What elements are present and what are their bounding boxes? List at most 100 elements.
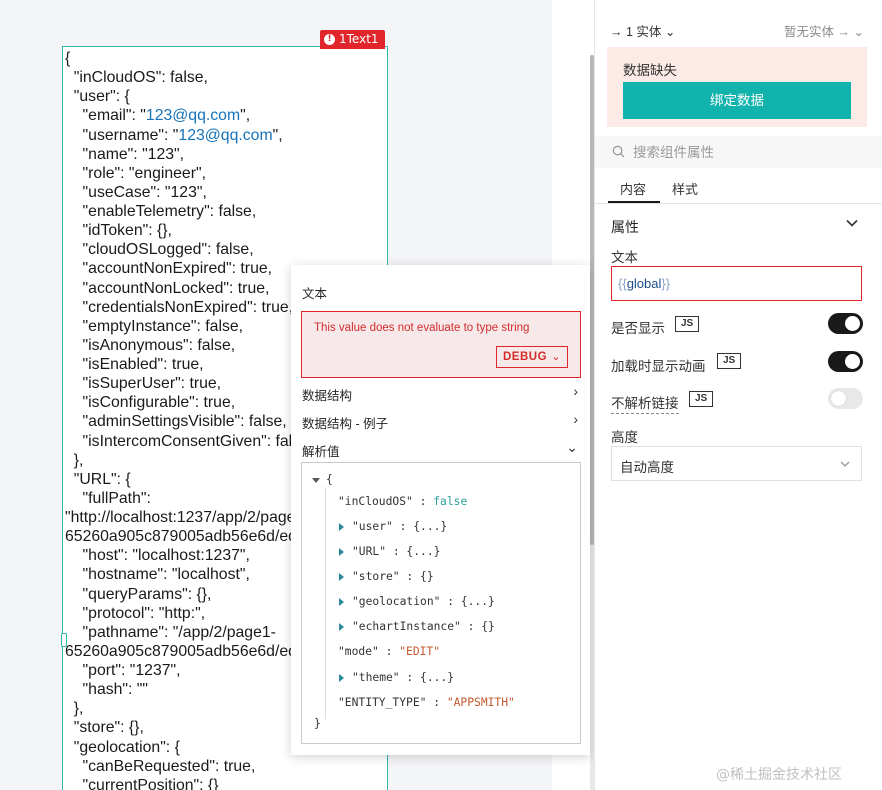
widget-text-line: "accountNonLocked": true, — [65, 279, 315, 298]
widget-text-span: "http://localhost:1237/app/2/page1- — [65, 509, 310, 526]
tree-row[interactable]: "theme" : {...} — [339, 669, 454, 687]
widget-text-span: "credentialsNonExpired": true, — [65, 298, 294, 316]
widget-text-line: "pathname": "/app/2/page1- — [65, 623, 315, 642]
section-title: 属性 — [611, 219, 639, 235]
widget-text-span: "emptyInstance": false, — [65, 317, 244, 335]
tree-row[interactable]: "store" : {} — [339, 568, 434, 586]
search-input[interactable] — [633, 142, 863, 162]
tree-row[interactable]: "URL" : {...} — [339, 543, 440, 561]
tree-row[interactable]: "user" : {...} — [339, 518, 447, 536]
expand-triangle-icon[interactable] — [339, 573, 344, 581]
expand-triangle-icon[interactable] — [339, 623, 344, 631]
height-select[interactable]: 自动高度 — [611, 446, 862, 481]
evaluated-value-popup: 文本 This value does not evaluate to type … — [291, 265, 590, 755]
chevron-down-icon: ⌄ — [551, 351, 561, 363]
widget-text-span: 65260a905c879005adb56e6d/edit", — [65, 528, 315, 546]
widget-text-span: "cloudOSLogged": false, — [65, 241, 254, 259]
tab-style[interactable]: 样式 — [672, 179, 698, 198]
debug-button[interactable]: DEBUG ⌄ — [496, 346, 568, 368]
widget-text-line: "accountNonExpired": true, — [65, 259, 315, 278]
widget-text-line: "isConfigurable": true, — [65, 393, 315, 412]
property-search — [595, 136, 882, 168]
tree-separator: : — [399, 671, 421, 684]
js-toggle-button[interactable]: JS — [717, 353, 742, 369]
error-box: This value does not evaluate to type str… — [301, 311, 581, 378]
tree-key: "inCloudOS" — [338, 495, 413, 508]
bind-data-button[interactable]: 绑定数据 — [623, 82, 851, 119]
widget-text-span: "name": "123", — [65, 145, 185, 163]
widget-text-line: "port": "1237", — [65, 661, 315, 680]
email-link[interactable]: 123@qq.com — [178, 127, 272, 144]
widget-text-line: "isAnonymous": false, — [65, 336, 315, 355]
tree-value: "APPSMITH" — [446, 696, 515, 709]
tree-root-close: } — [314, 717, 321, 730]
widget-text-span: "isAnonymous": false, — [65, 336, 236, 354]
widget-text-line: "user": { — [65, 87, 315, 106]
expand-triangle-icon[interactable] — [339, 548, 344, 556]
widget-text-line: "store": {}, — [65, 718, 315, 737]
widget-text-line: "isIntercomConsentGiven": false — [65, 432, 315, 451]
widget-text-span: "queryParams": {}, — [65, 585, 212, 603]
height-select-value: 自动高度 — [620, 460, 674, 475]
section-evaluated-value[interactable]: 解析值 ⌄ — [291, 438, 590, 460]
binding-open: {{ — [618, 276, 627, 291]
disable-link-toggle[interactable] — [828, 388, 863, 409]
tab-content[interactable]: 内容 — [620, 179, 646, 198]
tree-row[interactable]: "geolocation" : {...} — [339, 593, 495, 611]
widget-text-line: "URL": { — [65, 470, 315, 489]
section-label: 数据结构 - 例子 — [302, 417, 389, 431]
section-data-structure-example[interactable]: 数据结构 - 例子 › — [291, 410, 590, 432]
visible-prop-label: 是否显示 — [611, 321, 665, 336]
expand-triangle-icon[interactable] — [339, 523, 344, 531]
data-missing-box: 数据缺失 绑定数据 — [607, 47, 867, 127]
widget-text-span: "fullPath": — [65, 489, 151, 507]
tree-value: {} — [481, 620, 495, 633]
tree-key: "theme" — [352, 671, 400, 684]
warning-icon: ! — [324, 34, 335, 45]
widget-text-line: "emptyInstance": false, — [65, 317, 315, 336]
widget-text-line: "hostname": "localhost", — [65, 565, 315, 584]
tree-row: "inCloudOS" : false — [338, 493, 467, 511]
js-toggle-button[interactable]: JS — [689, 391, 714, 407]
expand-triangle-icon[interactable] — [339, 598, 344, 606]
widget-text-line: "adminSettingsVisible": false, — [65, 412, 315, 431]
visible-toggle[interactable] — [828, 313, 863, 334]
section-data-structure[interactable]: 数据结构 › — [291, 382, 590, 404]
email-link[interactable]: 123@qq.com — [146, 107, 240, 124]
tree-key: "ENTITY_TYPE" — [338, 696, 427, 709]
tree-value: {...} — [420, 671, 455, 684]
active-tab-indicator — [608, 201, 660, 203]
tree-value: {...} — [406, 545, 441, 558]
widget-text-span: 65260a905c879005adb56e6d/edit", — [65, 642, 315, 660]
text-value-input[interactable]: {{global}} — [611, 266, 862, 301]
entity-count-dropdown[interactable]: → 1 实体 ⌄ — [610, 21, 675, 40]
resize-handle[interactable] — [61, 633, 67, 647]
widget-text-line: "isSuperUser": true, — [65, 374, 315, 393]
tree-value: {...} — [413, 520, 448, 533]
widget-text-span: "currentPosition": {} — [65, 776, 219, 790]
widget-text-span: "useCase": "123", — [65, 183, 207, 201]
widget-text-span: "isIntercomConsentGiven": false — [65, 432, 309, 450]
text-prop-label: 文本 — [611, 250, 638, 265]
animate-loading-toggle[interactable] — [828, 351, 863, 372]
widget-text-span: "pathname": "/app/2/page1- — [65, 623, 276, 641]
widget-text-line: "isEnabled": true, — [65, 355, 315, 374]
widget-name-badge[interactable]: ! 1Text1 — [320, 30, 385, 49]
toggle-knob — [831, 391, 846, 406]
widget-text-span: ", — [240, 107, 251, 125]
widget-text-span: "accountNonExpired": true, — [65, 260, 273, 278]
tree-separator: : — [386, 545, 407, 558]
widget-text-span: { — [65, 50, 71, 67]
no-entity-dropdown[interactable]: 暂无实体 → ⌄ — [784, 21, 864, 40]
expand-triangle-icon[interactable] — [339, 674, 344, 682]
widget-text-line: "email": "123@qq.com", — [65, 106, 315, 125]
data-missing-text: 数据缺失 — [623, 63, 677, 78]
widget-text-line: "canBeRequested": true, — [65, 757, 315, 776]
chevron-down-icon[interactable] — [845, 216, 859, 230]
tree-separator: : — [412, 495, 434, 508]
tree-row[interactable]: "echartInstance" : {} — [339, 618, 495, 636]
js-toggle-button[interactable]: JS — [675, 316, 700, 332]
tree-root-open[interactable]: { — [312, 471, 333, 489]
widget-text-span: "isEnabled": true, — [65, 356, 204, 373]
tree-separator: : — [460, 620, 482, 633]
